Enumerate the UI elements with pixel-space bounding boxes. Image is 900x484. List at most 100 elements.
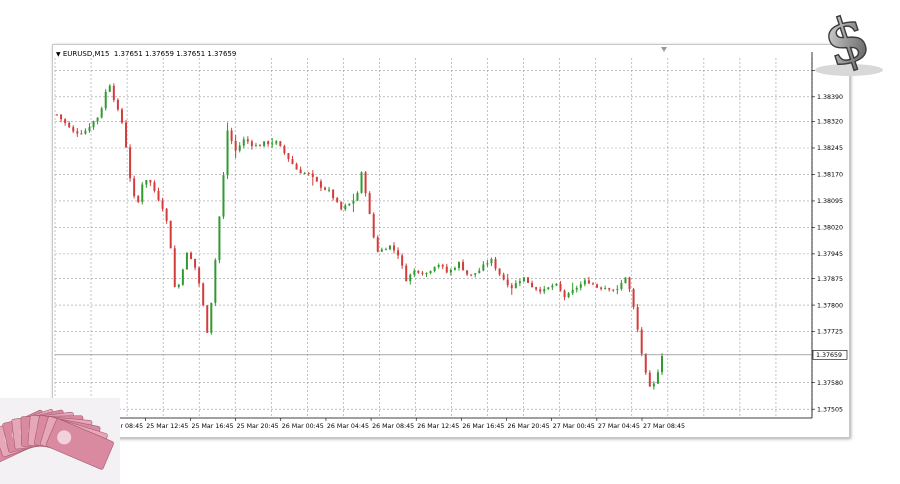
euro-banknotes-image [0, 398, 120, 484]
candle-body [506, 279, 509, 286]
candle-body [482, 264, 485, 271]
candle-body [600, 287, 603, 289]
candle-body [547, 287, 550, 290]
candle-body [364, 172, 367, 194]
candle-body [661, 356, 663, 373]
candle-body [490, 258, 493, 264]
candle-body [583, 280, 586, 285]
y-tick-label: 1.37945 [817, 251, 843, 258]
candle-body [84, 130, 87, 134]
candle-body [315, 176, 318, 182]
dollar-sign-3d-icon: $ [814, 6, 883, 78]
candle-body [259, 145, 262, 147]
candle-body [518, 281, 521, 284]
candle-body [401, 255, 404, 266]
candle-body [271, 143, 274, 145]
candle-body [112, 85, 115, 100]
candle-body [628, 277, 631, 290]
x-tick-label: 26 Mar 08:45 [372, 423, 414, 430]
candle-body [181, 269, 184, 285]
candle-body [543, 289, 546, 292]
candle-body [608, 288, 611, 290]
candle-body [108, 85, 111, 92]
candle-body [563, 290, 566, 298]
x-tick-label: 25 Mar 12:45 [146, 423, 188, 430]
candle-body [230, 130, 233, 141]
candle-body [348, 203, 351, 206]
candle-body [510, 285, 513, 289]
candle-body [283, 146, 286, 154]
candle-body [303, 173, 306, 175]
candle-body [234, 140, 237, 151]
candle-body [498, 268, 501, 275]
y-tick-label: 1.38095 [817, 198, 843, 205]
candle-body [145, 180, 148, 185]
dropdown-triangle-icon[interactable]: ▼ [56, 51, 61, 58]
candle-body [474, 273, 477, 275]
candle-body [242, 139, 245, 146]
candle-body [470, 274, 473, 276]
x-tick-label: 26 Mar 00:45 [282, 423, 324, 430]
candle-body [92, 121, 95, 128]
candle-body [72, 127, 75, 132]
candle-body [457, 262, 460, 268]
candle-body [559, 283, 562, 291]
symbol-header: ▼ EURUSD,M15 1.37651 1.37659 1.37651 1.3… [56, 50, 236, 58]
candle-body [527, 277, 530, 283]
candle-body [620, 283, 623, 289]
x-tick-label: 26 Mar 16:45 [462, 423, 504, 430]
candle-body [596, 284, 599, 288]
candle-body [656, 372, 659, 384]
candle-body [579, 284, 582, 288]
candle-body [120, 109, 123, 123]
candle-body [535, 287, 538, 290]
candle-body [539, 289, 542, 292]
candle-body [116, 99, 119, 110]
candle-body [551, 285, 554, 288]
candle-body [194, 258, 197, 268]
candle-body [494, 258, 497, 269]
candle-body [206, 305, 209, 333]
candle-body [165, 208, 168, 221]
candle-body [185, 252, 188, 270]
y-tick-label: 1.38170 [817, 172, 843, 179]
candle-body [246, 139, 249, 142]
candle-body [437, 265, 440, 267]
candle-body [202, 283, 205, 306]
candle-body [591, 283, 594, 285]
candle-body [644, 353, 647, 373]
candle-body [323, 187, 326, 190]
candle-body [125, 122, 128, 148]
candle-body [344, 205, 347, 210]
candle-body [336, 198, 339, 202]
x-tick-label: 26 Mar 20:45 [508, 423, 550, 430]
candle-body [161, 200, 164, 209]
candle-body [173, 248, 176, 287]
candle-body [291, 159, 294, 164]
y-tick-label: 1.37580 [817, 380, 843, 387]
candle-body [222, 175, 225, 217]
candle-body [141, 184, 144, 202]
candles [56, 83, 663, 390]
candle-body [254, 145, 257, 147]
candle-body [531, 282, 534, 288]
x-tick-label: 27 Mar 00:45 [553, 423, 595, 430]
x-tick-label: 26 Mar 04:45 [327, 423, 369, 430]
candle-body [604, 288, 607, 290]
candle-body [587, 280, 590, 284]
candle-body [368, 193, 371, 214]
shift-marker-icon [661, 47, 667, 52]
candle-body [632, 289, 635, 308]
candle-body [153, 182, 156, 191]
current-price-label: 1.37659 [816, 352, 842, 359]
candle-body [157, 190, 160, 201]
candle-body [189, 252, 192, 259]
candle-body [441, 265, 444, 267]
candle-body [405, 265, 408, 282]
candle-body [295, 163, 298, 170]
candle-body [376, 237, 379, 252]
candle-body [360, 172, 363, 193]
y-tick-label: 1.37725 [817, 329, 843, 336]
candle-body [356, 192, 359, 201]
candle-body [214, 260, 217, 303]
